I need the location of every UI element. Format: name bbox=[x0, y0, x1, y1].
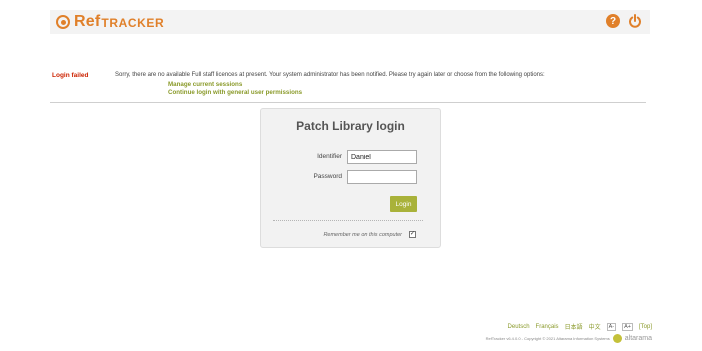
altarama-logo-icon[interactable] bbox=[612, 334, 622, 343]
footer-copyright: RefTracker v6.4.0.0 - Copyright © 2021 A… bbox=[486, 334, 652, 343]
error-options: Manage current sessions Continue login w… bbox=[168, 81, 302, 96]
password-input[interactable] bbox=[347, 170, 417, 184]
help-icon[interactable]: ? bbox=[606, 14, 620, 28]
login-panel-divider bbox=[273, 220, 423, 221]
login-panel: Patch Library login Identifier Password … bbox=[260, 108, 441, 248]
reftracker-logo[interactable]: Ref TRACKER bbox=[56, 12, 164, 32]
remember-me-label: Remember me on this computer bbox=[323, 232, 402, 238]
reftracker-logo-icon bbox=[56, 15, 70, 29]
remember-me-checkbox[interactable]: ✓ bbox=[409, 231, 416, 238]
section-divider bbox=[50, 102, 646, 103]
error-message: Sorry, there are no available Full staff… bbox=[115, 72, 545, 78]
lang-deutsch-link[interactable]: Deutsch bbox=[508, 324, 530, 330]
logo-text-tracker: TRACKER bbox=[101, 16, 165, 30]
copyright-text: RefTracker v6.4.0.0 - Copyright © 2021 A… bbox=[485, 336, 610, 341]
lang-japanese-link[interactable]: 日本語 bbox=[565, 322, 583, 331]
font-larger-button[interactable]: A+ bbox=[622, 322, 633, 331]
identifier-label: Identifier bbox=[317, 153, 342, 160]
altarama-brand-name[interactable]: altarama bbox=[625, 335, 652, 342]
manage-sessions-link[interactable]: Manage current sessions bbox=[168, 81, 302, 89]
lang-chinese-link[interactable]: 中文 bbox=[589, 322, 601, 331]
login-button[interactable]: Login bbox=[390, 196, 417, 212]
logo-text-ref: Ref bbox=[74, 13, 101, 30]
identifier-input[interactable] bbox=[347, 150, 417, 164]
back-to-top-link[interactable]: [Top] bbox=[639, 324, 652, 330]
footer-links: Deutsch Français 日本語 中文 A- A+ [Top] bbox=[508, 322, 652, 331]
power-icon[interactable] bbox=[628, 14, 642, 28]
login-title: Patch Library login bbox=[296, 119, 405, 133]
font-smaller-button[interactable]: A- bbox=[606, 322, 617, 331]
continue-general-login-link[interactable]: Continue login with general user permiss… bbox=[168, 89, 302, 97]
password-label: Password bbox=[313, 173, 342, 180]
error-label: Login failed bbox=[52, 72, 89, 79]
identifier-row: Identifier bbox=[261, 150, 440, 164]
password-row: Password bbox=[261, 170, 440, 184]
app-header: Ref TRACKER ? bbox=[50, 10, 650, 34]
lang-francais-link[interactable]: Français bbox=[536, 324, 559, 330]
